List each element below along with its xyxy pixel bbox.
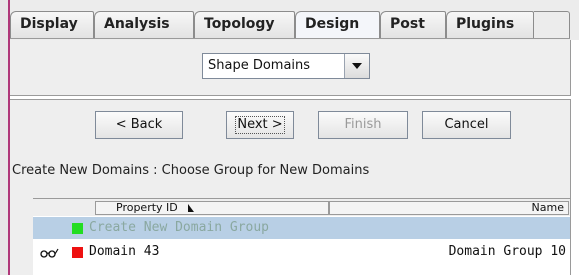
table-row[interactable]: Create New Domain Group <box>33 217 570 239</box>
tab-plugins[interactable]: Plugins <box>446 11 534 38</box>
domain-color-swatch <box>72 247 83 258</box>
wizard-instruction: Create New Domains : Choose Group for Ne… <box>12 163 370 178</box>
dropdown-arrow-button[interactable] <box>344 54 369 78</box>
dropdown-selected-value: Shape Domains <box>208 58 311 73</box>
domain-color-swatch <box>72 223 83 234</box>
tab-label: Post <box>390 16 425 32</box>
table-row[interactable]: Domain 43 Domain Group 10 <box>33 241 570 263</box>
tab-bar-baseline <box>10 38 570 39</box>
next-button[interactable]: Next > <box>226 111 294 139</box>
visibility-glasses-icon[interactable] <box>39 247 59 258</box>
finish-button-label: Finish <box>344 117 382 132</box>
tab-topology[interactable]: Topology <box>194 11 295 38</box>
column-header-label: Name <box>531 201 564 214</box>
row-property-id: Domain 43 <box>89 244 160 259</box>
tab-label: Topology <box>204 16 275 32</box>
tab-label: Plugins <box>456 16 515 32</box>
row-group-name: Domain Group 10 <box>448 244 566 259</box>
tab-design[interactable]: Design <box>295 11 380 39</box>
tab-label: Analysis <box>104 16 170 32</box>
wizard-button-bar: < Back Next > Finish Cancel <box>10 100 571 146</box>
back-button-label: < Back <box>115 117 163 132</box>
column-header-label: Property ID <box>116 201 178 214</box>
column-header-property-id[interactable]: Property ID <box>95 201 329 215</box>
left-edge-strip <box>0 0 10 275</box>
next-button-label: Next > <box>235 116 285 134</box>
tab-bar-tail <box>534 11 570 38</box>
wizard-content: Create New Domains : Choose Group for Ne… <box>10 146 571 276</box>
sort-indicator-icon <box>188 204 194 212</box>
mode-selector-panel: Shape Domains <box>10 40 571 95</box>
cancel-button[interactable]: Cancel <box>422 111 511 139</box>
domain-group-table: Property ID Name Create New Domain Group <box>33 198 570 276</box>
tab-post[interactable]: Post <box>380 11 446 38</box>
design-mode-dropdown[interactable]: Shape Domains <box>202 53 370 79</box>
main-panel: Display Analysis Topology Design Post Pl… <box>10 0 579 276</box>
row-property-id: Create New Domain Group <box>89 220 270 235</box>
table-header: Property ID Name <box>33 199 570 216</box>
tab-label: Display <box>20 16 78 32</box>
back-button[interactable]: < Back <box>95 111 183 139</box>
tab-display[interactable]: Display <box>10 11 94 38</box>
finish-button[interactable]: Finish <box>318 111 408 139</box>
tab-bar: Display Analysis Topology Design Post Pl… <box>10 0 579 40</box>
column-header-name[interactable]: Name <box>329 201 569 215</box>
cancel-button-label: Cancel <box>444 117 489 132</box>
tab-label: Design <box>305 16 360 32</box>
tab-analysis[interactable]: Analysis <box>94 11 194 38</box>
chevron-down-icon <box>352 63 362 69</box>
